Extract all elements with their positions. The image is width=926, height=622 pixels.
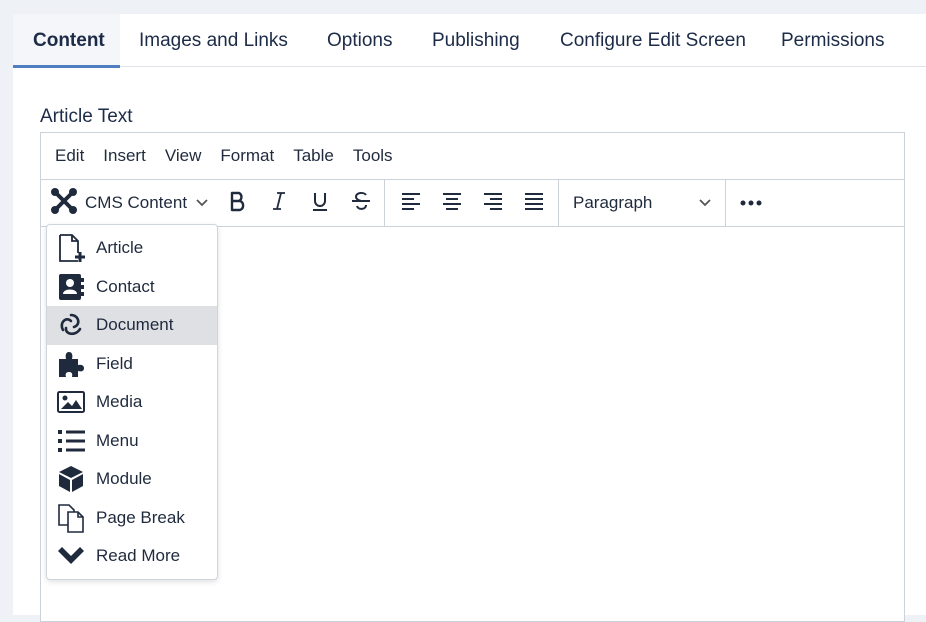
dropdown-item-label: Page Break: [96, 507, 185, 527]
dropdown-item-field[interactable]: Field: [47, 345, 217, 384]
bold-button[interactable]: [217, 186, 258, 220]
align-right-icon: [482, 191, 504, 216]
document-swirl-icon: [56, 310, 86, 340]
align-center-button[interactable]: [431, 186, 472, 220]
cms-content-button[interactable]: CMS Content: [41, 186, 217, 220]
block-format-value: Paragraph: [573, 193, 653, 212]
chevron-down-icon: [56, 541, 86, 571]
editor-toolbar: CMS Content Paragraph: [41, 180, 904, 227]
dropdown-item-label: Menu: [96, 430, 139, 450]
strikethrough-button[interactable]: [340, 186, 381, 220]
menu-insert[interactable]: Insert: [103, 146, 146, 166]
dropdown-item-read-more[interactable]: Read More: [47, 537, 217, 576]
toolbar-group-align: [385, 180, 559, 226]
dropdown-item-label: Media: [96, 392, 143, 412]
dropdown-item-label: Document: [96, 315, 174, 335]
dropdown-item-label: Field: [96, 353, 133, 373]
justify-button[interactable]: [513, 186, 554, 220]
dropdown-item-menu[interactable]: Menu: [47, 422, 217, 461]
address-book-icon: [56, 272, 86, 302]
copy-icon: [56, 503, 86, 533]
toolbar-group-format: CMS Content: [41, 180, 385, 226]
block-format-select[interactable]: Paragraph: [559, 186, 724, 220]
tab-bar: Content Images and Links Options Publish…: [13, 14, 926, 68]
editor-menubar: Edit Insert View Format Table Tools: [41, 133, 904, 180]
menu-tools[interactable]: Tools: [353, 146, 393, 166]
italic-button[interactable]: [258, 186, 299, 220]
more-icon: [740, 194, 762, 212]
image-icon: [56, 387, 86, 417]
chevron-down-icon: [698, 193, 712, 213]
tab-options[interactable]: Options: [308, 14, 413, 67]
dropdown-item-label: Read More: [96, 546, 181, 566]
align-left-icon: [400, 191, 422, 216]
menu-format[interactable]: Format: [220, 146, 274, 166]
menu-edit[interactable]: Edit: [55, 146, 84, 166]
cms-content-dropdown: Article Contact Document Field Media Men…: [46, 224, 218, 580]
justify-icon: [523, 191, 545, 216]
file-plus-icon: [56, 233, 86, 263]
dropdown-item-article[interactable]: Article: [47, 229, 217, 268]
toolbar-group-more: [726, 180, 776, 226]
dropdown-item-module[interactable]: Module: [47, 460, 217, 499]
cube-icon: [56, 464, 86, 494]
puzzle-piece-icon: [56, 349, 86, 379]
article-edit-panel: Content Images and Links Options Publish…: [13, 14, 926, 622]
dropdown-item-label: Module: [96, 469, 152, 489]
dropdown-item-media[interactable]: Media: [47, 383, 217, 422]
tab-permissions[interactable]: Permissions: [762, 14, 902, 67]
list-icon: [56, 426, 86, 456]
tab-configure-edit-screen[interactable]: Configure Edit Screen: [540, 14, 762, 67]
dropdown-item-page-break[interactable]: Page Break: [47, 499, 217, 538]
dropdown-item-label: Article: [96, 238, 144, 258]
menu-table[interactable]: Table: [293, 146, 334, 166]
strikethrough-icon: [350, 190, 372, 217]
dropdown-item-label: Contact: [96, 276, 155, 296]
underline-button[interactable]: [299, 186, 340, 220]
dropdown-item-contact[interactable]: Contact: [47, 268, 217, 307]
underline-icon: [310, 190, 330, 217]
more-button[interactable]: [726, 186, 776, 220]
cms-content-label: CMS Content: [85, 193, 188, 212]
joomla-icon: [49, 186, 79, 221]
align-center-icon: [441, 191, 463, 216]
bold-icon: [228, 190, 248, 217]
tab-content[interactable]: Content: [13, 14, 120, 68]
dropdown-item-document[interactable]: Document: [47, 306, 217, 345]
chevron-down-icon: [195, 193, 209, 213]
tab-images-and-links[interactable]: Images and Links: [120, 14, 308, 67]
italic-icon: [269, 190, 289, 217]
article-text-label: Article Text: [40, 106, 133, 127]
toolbar-group-block: Paragraph: [559, 180, 726, 226]
tab-publishing[interactable]: Publishing: [413, 14, 540, 67]
align-right-button[interactable]: [472, 186, 513, 220]
menu-view[interactable]: View: [165, 146, 202, 166]
align-left-button[interactable]: [390, 186, 431, 220]
